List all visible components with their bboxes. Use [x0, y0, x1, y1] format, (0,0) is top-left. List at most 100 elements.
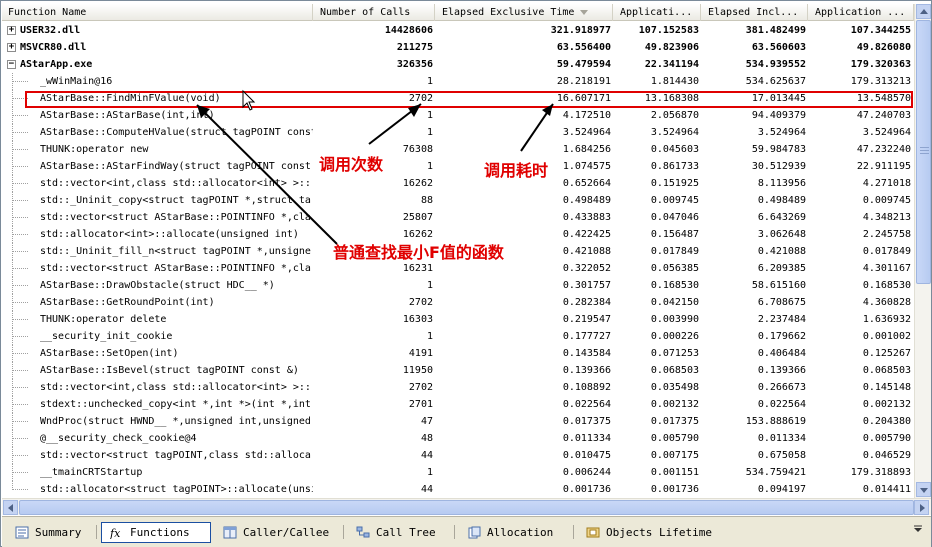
column-header-number-of-calls[interactable]: Number of Calls: [314, 4, 435, 21]
value-cell: 534.625637: [745, 76, 806, 87]
value-cell: 0.219547: [562, 314, 611, 325]
function-name: AStarBase::ComputeHValue(struct tagPOINT…: [40, 127, 313, 138]
column-header-elapsed-inclusive[interactable]: Elapsed Incl...: [702, 4, 808, 21]
table-row[interactable]: @__security_check_cookie@4 48 0.011334 0.00…: [2, 430, 914, 447]
tab-caller-callee[interactable]: Caller/Callee: [214, 522, 340, 543]
function-name: __security_init_cookie: [40, 331, 173, 342]
column-header-elapsed-exclusive-time[interactable]: Elapsed Exclusive Time: [436, 4, 613, 21]
value-cell: 0.204380: [862, 416, 911, 427]
value-cell: 0.125267: [862, 348, 911, 359]
table-row[interactable]: AStarBase::AStarBase(int,int) 1 4.172510 2.…: [2, 107, 914, 124]
table-row[interactable]: AStarBase::ComputeHValue(struct tagPOINT…: [2, 124, 914, 141]
function-name-cell: − AStarApp.exe: [2, 56, 313, 73]
function-name-cell: std::vector<struct AStarBase::POINTINFO …: [2, 209, 313, 226]
vertical-scrollbar[interactable]: [914, 4, 931, 498]
table-row[interactable]: std::allocator<struct tagPOINT>::allocat…: [2, 481, 914, 498]
function-name-cell: std::allocator<int>::allocate(unsigned i…: [2, 226, 313, 243]
value-cell: 1.684256: [562, 144, 611, 155]
horizontal-scroll-thumb[interactable]: [19, 500, 914, 515]
tree-connector: [13, 200, 28, 201]
table-row[interactable]: AStarBase::IsBevel(struct tagPOINT const…: [2, 362, 914, 379]
tree-connector: [13, 370, 28, 371]
table-row[interactable]: AStarBase::GetRoundPoint(int) 2702 0.28238…: [2, 294, 914, 311]
tree-connector: [13, 319, 28, 320]
table-row[interactable]: AStarBase::DrawObstacle(struct HDC__ *) 1…: [2, 277, 914, 294]
value-cell: 0.022564: [757, 399, 806, 410]
value-cell: 28.218191: [556, 76, 611, 87]
table-row[interactable]: + USER32.dll 14428606 321.918977 107.152583 3…: [2, 22, 914, 39]
column-header-function-name[interactable]: Function Name: [2, 4, 313, 21]
value-cell: 0.000226: [650, 331, 699, 342]
horizontal-scrollbar[interactable]: [2, 498, 931, 515]
function-name: std::vector<int,class std::allocator<int…: [40, 382, 311, 393]
function-name: std::vector<struct AStarBase::POINTINFO …: [40, 212, 311, 223]
value-cell: 0.056385: [650, 263, 699, 274]
value-cell: 0.005790: [862, 433, 911, 444]
value-cell: 0.498489: [562, 195, 611, 206]
tree-connector: [13, 387, 28, 388]
column-header-application-inclusive[interactable]: Application ...: [809, 4, 914, 21]
value-cell: 0.002132: [862, 399, 911, 410]
tree-connector: [13, 472, 28, 473]
scroll-right-button[interactable]: [914, 500, 929, 515]
table-row[interactable]: THUNK:operator delete 16303 0.219547 0.0039…: [2, 311, 914, 328]
table-row[interactable]: std::vector<struct AStarBase::POINTINFO …: [2, 209, 914, 226]
value-cell: 0.143584: [562, 348, 611, 359]
collapse-icon[interactable]: −: [7, 60, 16, 69]
table-row[interactable]: std::vector<struct tagPOINT,class std::a…: [2, 447, 914, 464]
function-name-cell: THUNK:operator new: [2, 141, 313, 158]
tree-connector: [13, 285, 28, 286]
table-row[interactable]: − AStarApp.exe 326356 59.479594 22.341194 534…: [2, 56, 914, 73]
arrow-left-icon: [8, 504, 13, 512]
tab-functions[interactable]: fx Functions: [101, 522, 211, 543]
tab-allocation[interactable]: Allocation: [458, 522, 570, 543]
scroll-left-button[interactable]: [3, 500, 18, 515]
table-row[interactable]: std::_Uninit_copy<struct tagPOINT *,stru…: [2, 192, 914, 209]
table-row[interactable]: stdext::unchecked_copy<int *,int *>(int …: [2, 396, 914, 413]
table-row[interactable]: AStarBase::SetOpen(int) 4191 0.143584 0.071…: [2, 345, 914, 362]
table-row[interactable]: + MSVCR80.dll 211275 63.556400 49.823906 63.5…: [2, 39, 914, 56]
function-name-cell: THUNK:operator delete: [2, 311, 313, 328]
expand-icon[interactable]: +: [7, 26, 16, 35]
value-cell: 4.172510: [562, 110, 611, 121]
value-cell: 2701: [408, 399, 433, 410]
functions-icon: fx: [110, 527, 121, 539]
table-row[interactable]: __security_init_cookie 1 0.177727 0.000226 0…: [2, 328, 914, 345]
value-cell: 107.344255: [850, 25, 911, 36]
value-cell: 0.001002: [862, 331, 911, 342]
table-row[interactable]: WndProc(struct HWND__ *,unsigned int,uns…: [2, 413, 914, 430]
value-cell: 16262: [402, 178, 433, 189]
value-cell: 0.406484: [757, 348, 806, 359]
column-header-application-exclusive[interactable]: Applicati...: [614, 4, 701, 21]
value-cell: 2.056870: [650, 110, 699, 121]
tree-connector: [13, 302, 28, 303]
caller-callee-icon: [223, 526, 237, 539]
vertical-scroll-thumb[interactable]: [916, 20, 931, 284]
function-name: AStarBase::GetRoundPoint(int): [40, 297, 215, 308]
expand-icon[interactable]: +: [7, 43, 16, 52]
tab-call-tree[interactable]: Call Tree: [347, 522, 451, 543]
value-cell: 3.524964: [862, 127, 911, 138]
tab-overflow-dropdown[interactable]: [913, 525, 923, 536]
table-row[interactable]: THUNK:operator new 76308 1.684256 0.045603 5…: [2, 141, 914, 158]
value-cell: 3.062648: [757, 229, 806, 240]
scroll-down-button[interactable]: [916, 482, 931, 497]
table-row[interactable]: AStarBase::AStarFindWay(struct tagPOINT …: [2, 158, 914, 175]
function-name-cell: @__security_check_cookie@4: [2, 430, 313, 447]
table-row[interactable]: std::vector<int,class std::allocator<int…: [2, 175, 914, 192]
value-cell: 0.009745: [862, 195, 911, 206]
tree-connector: [13, 353, 28, 354]
tab-summary[interactable]: Summary: [6, 522, 92, 543]
function-name-cell: std::_Uninit_fill_n<struct tagPOINT *,un…: [2, 243, 313, 260]
table-row[interactable]: _wWinMain@16 1 28.218191 1.814430 534.625637…: [2, 73, 914, 90]
table-row[interactable]: std::vector<int,class std::allocator<int…: [2, 379, 914, 396]
value-cell: 6.643269: [757, 212, 806, 223]
value-cell: 107.152583: [638, 25, 699, 36]
value-cell: 0.007175: [650, 450, 699, 461]
tree-connector: [13, 489, 28, 490]
table-row[interactable]: __tmainCRTStartup 1 0.006244 0.001151 534.75…: [2, 464, 914, 481]
value-cell: 4.348213: [862, 212, 911, 223]
tab-objects-lifetime[interactable]: Objects Lifetime: [577, 522, 712, 543]
scroll-up-button[interactable]: [916, 4, 931, 19]
highlight-box: [25, 91, 913, 108]
